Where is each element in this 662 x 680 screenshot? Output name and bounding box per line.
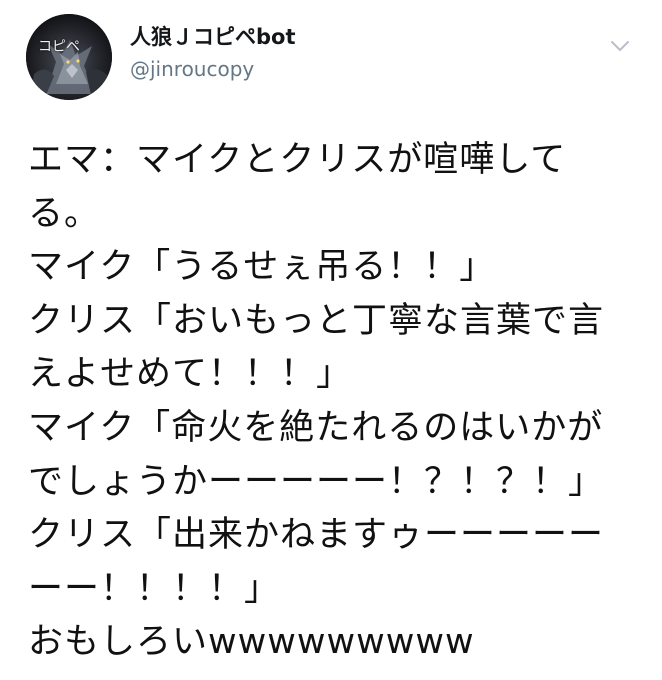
account-handle[interactable]: @jinroucopy (130, 54, 296, 84)
account-names: 人狼Ｊコピペbot @jinroucopy (130, 22, 296, 84)
wolf-avatar-image (26, 14, 112, 100)
tweet-text-line: でしょうかーーーーー！？！？！」 (28, 461, 605, 502)
tweet-text-line: エマ：マイクとクリスが喧嘩して (28, 140, 567, 180)
tweet-text-line: えよせめて！！！」 (28, 354, 353, 395)
tweet-text-line: ーー！！！！」 (28, 568, 281, 609)
display-name[interactable]: 人狼Ｊコピペbot (130, 22, 296, 52)
tweet-text: エマ：マイクとクリスが喧嘩して る。 マイク「うるせぇ吊る！！」 クリス「おいも… (28, 134, 638, 670)
tweet-text-line: クリス「出来かねますゥーーーーー (28, 515, 605, 556)
avatar[interactable]: コピペ (26, 14, 112, 100)
tweet-card: コピペ 人狼Ｊコピペbot @jinroucopy エマ：マイクとクリスが喧嘩し… (0, 0, 662, 680)
tweet-text-line: マイク「命火を絶たれるのはいかが (28, 407, 604, 448)
tweet-text-line: マイク「うるせぇ吊る！！」 (28, 247, 496, 288)
tweet-text-line: る。 (28, 193, 101, 234)
chevron-down-icon[interactable] (610, 38, 630, 52)
tweet-text-line: おもしろいwwwwwwwww (28, 622, 475, 663)
tweet-header: コピペ 人狼Ｊコピペbot @jinroucopy (26, 14, 636, 102)
avatar-caption: コピペ (38, 39, 80, 55)
tweet-text-line: クリス「おいもっと丁寧な言葉で言 (28, 300, 605, 341)
